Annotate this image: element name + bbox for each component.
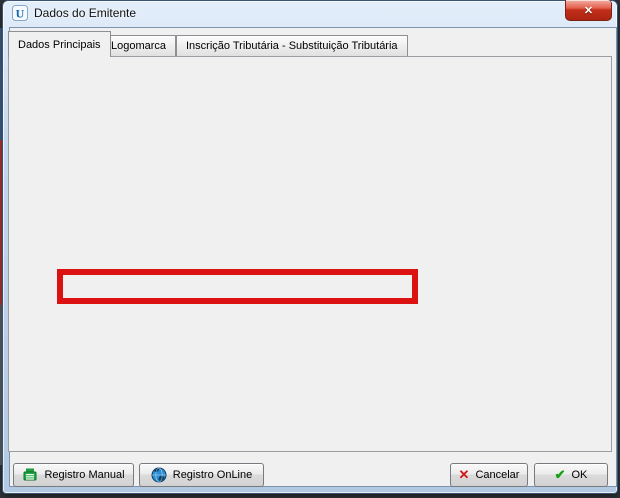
red-highlight-annotation <box>57 269 418 304</box>
close-button[interactable]: ✕ <box>565 0 612 21</box>
globe-icon <box>151 467 167 483</box>
cancel-button[interactable]: ✕ Cancelar <box>450 463 528 487</box>
screen: U Dados do Emitente ✕ Dados Principais L… <box>0 0 620 498</box>
green-printer-icon <box>22 467 38 483</box>
tab-logomarca[interactable]: Logomarca <box>101 35 176 57</box>
svg-text:U: U <box>16 7 25 21</box>
green-check-icon: ✔ <box>555 467 566 483</box>
tab-dados-principais[interactable]: Dados Principais <box>8 31 111 57</box>
close-x-icon: ✕ <box>584 4 593 17</box>
red-x-icon: ✕ <box>459 467 470 483</box>
app-logo-u-icon: U <box>12 5 28 21</box>
ok-button[interactable]: ✔ OK <box>534 463 608 487</box>
tab-page <box>8 56 612 452</box>
registro-manual-button[interactable]: Registro Manual <box>13 463 134 487</box>
window-title: Dados do Emitente <box>34 6 136 20</box>
tab-inscricao-tributaria[interactable]: Inscrição Tributária - Substituição Trib… <box>176 35 408 57</box>
registro-online-button[interactable]: Registro OnLine <box>139 463 264 487</box>
